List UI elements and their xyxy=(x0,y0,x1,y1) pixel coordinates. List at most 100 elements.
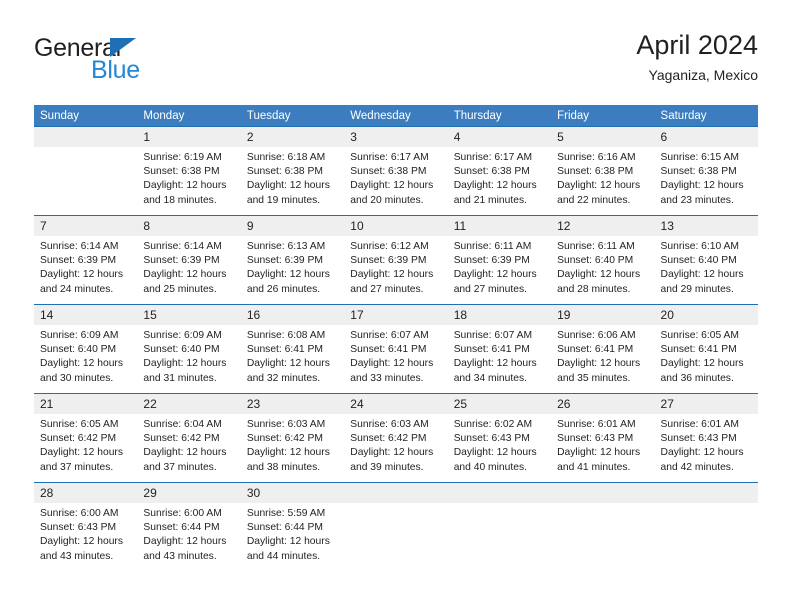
day-number: 1 xyxy=(137,127,241,147)
day-details: Sunrise: 6:01 AM Sunset: 6:43 PM Daylight:… xyxy=(551,414,654,475)
day-daylight-line2: and 20 minutes. xyxy=(350,194,424,206)
calendar-day-cell[interactable]: 29 Sunrise: 6:00 AM Sunset: 6:44 PM Dayligh… xyxy=(137,482,241,571)
day-sunrise: Sunrise: 6:09 AM xyxy=(143,330,222,341)
calendar-day-cell[interactable]: 26 Sunrise: 6:01 AM Sunset: 6:43 PM Dayligh… xyxy=(551,393,655,483)
day-sunset: Sunset: 6:40 PM xyxy=(143,344,220,356)
day-daylight-line2: and 19 minutes. xyxy=(246,194,321,206)
day-number xyxy=(551,483,655,503)
day-sunrise: Sunrise: 6:08 AM xyxy=(246,330,326,341)
calendar-day-cell[interactable]: 18 Sunrise: 6:07 AM Sunset: 6:41 PM Dayligh… xyxy=(447,304,552,394)
day-daylight-line1: Daylight: 12 hours xyxy=(143,358,227,370)
calendar-day-cell[interactable]: 5 Sunrise: 6:16 AM Sunset: 6:38 PM Daylight… xyxy=(551,126,655,216)
logo-triangle-icon xyxy=(110,38,136,57)
day-sunset: Sunset: 6:42 PM xyxy=(40,433,117,445)
day-number: 23 xyxy=(240,394,345,414)
calendar-day-cell[interactable] xyxy=(551,482,655,571)
calendar-day-cell[interactable]: 25 Sunrise: 6:02 AM Sunset: 6:43 PM Dayligh… xyxy=(447,393,552,483)
day-sunrise: Sunrise: 6:11 AM xyxy=(453,241,532,252)
day-daylight-line1: Daylight: 12 hours xyxy=(557,358,641,370)
day-sunrise: Sunrise: 6:17 AM xyxy=(453,152,533,163)
calendar-week-row: 1 Sunrise: 6:19 AM Sunset: 6:38 PM Daylight… xyxy=(34,126,758,216)
day-sunrise: Sunrise: 6:19 AM xyxy=(143,152,222,163)
day-sunset: Sunset: 6:39 PM xyxy=(40,255,117,267)
day-daylight-line1: Daylight: 12 hours xyxy=(453,358,537,370)
day-daylight-line1: Daylight: 12 hours xyxy=(660,269,744,281)
calendar-day-cell[interactable]: 22 Sunrise: 6:04 AM Sunset: 6:42 PM Dayligh… xyxy=(137,393,241,483)
calendar-week-row: 21 Sunrise: 6:05 AM Sunset: 6:42 PM Dayligh… xyxy=(34,393,758,483)
calendar-day-cell[interactable]: 21 Sunrise: 6:05 AM Sunset: 6:42 PM Dayligh… xyxy=(34,393,138,483)
calendar-day-cell[interactable]: 27 Sunrise: 6:01 AM Sunset: 6:43 PM Dayligh… xyxy=(654,393,758,483)
day-sunrise: Sunrise: 6:01 AM xyxy=(557,419,636,430)
weekday-header-tuesday: Tuesday xyxy=(240,105,345,127)
day-sunrise: Sunrise: 6:17 AM xyxy=(350,152,429,163)
calendar-day-cell[interactable]: 10 Sunrise: 6:12 AM Sunset: 6:39 PM Dayligh… xyxy=(344,215,448,305)
day-sunset: Sunset: 6:38 PM xyxy=(660,166,737,178)
day-sunrise: Sunrise: 6:16 AM xyxy=(557,152,636,163)
calendar-day-cell[interactable]: 16 Sunrise: 6:08 AM Sunset: 6:41 PM Dayligh… xyxy=(240,304,345,394)
day-details: Sunrise: 6:04 AM Sunset: 6:42 PM Daylight:… xyxy=(137,414,240,475)
calendar-day-cell[interactable]: 20 Sunrise: 6:05 AM Sunset: 6:41 PM Dayligh… xyxy=(654,304,758,394)
day-details: Sunrise: 6:10 AM Sunset: 6:40 PM Daylight:… xyxy=(655,236,758,297)
day-sunset: Sunset: 6:38 PM xyxy=(557,166,634,178)
calendar-day-cell[interactable]: 3 Sunrise: 6:17 AM Sunset: 6:38 PM Daylight… xyxy=(344,126,448,216)
calendar-day-cell[interactable]: 4 Sunrise: 6:17 AM Sunset: 6:38 PM Daylight… xyxy=(447,126,552,216)
calendar-day-cell[interactable]: 19 Sunrise: 6:06 AM Sunset: 6:41 PM Dayligh… xyxy=(551,304,655,394)
day-number xyxy=(344,483,448,503)
day-details: Sunrise: 6:17 AM Sunset: 6:38 PM Daylight:… xyxy=(344,147,447,208)
day-sunrise: Sunrise: 6:13 AM xyxy=(246,241,326,252)
calendar-day-cell[interactable] xyxy=(34,126,138,216)
logo-text-blue: Blue xyxy=(91,56,140,84)
day-details: Sunrise: 6:06 AM Sunset: 6:41 PM Daylight:… xyxy=(551,325,654,386)
calendar-day-cell[interactable]: 24 Sunrise: 6:03 AM Sunset: 6:42 PM Dayligh… xyxy=(344,393,448,483)
calendar-day-cell[interactable]: 13 Sunrise: 6:10 AM Sunset: 6:40 PM Dayligh… xyxy=(654,215,758,305)
day-daylight-line2: and 35 minutes. xyxy=(557,372,631,384)
calendar-day-cell[interactable] xyxy=(654,482,758,571)
day-sunset: Sunset: 6:41 PM xyxy=(350,344,427,356)
day-details: Sunrise: 6:14 AM Sunset: 6:39 PM Daylight:… xyxy=(137,236,240,297)
calendar-day-cell[interactable]: 7 Sunrise: 6:14 AM Sunset: 6:39 PM Daylight… xyxy=(34,215,138,305)
day-number: 21 xyxy=(34,394,138,414)
day-daylight-line2: and 36 minutes. xyxy=(660,372,734,384)
calendar-day-cell[interactable]: 1 Sunrise: 6:19 AM Sunset: 6:38 PM Daylight… xyxy=(137,126,241,216)
day-details: Sunrise: 6:05 AM Sunset: 6:42 PM Daylight:… xyxy=(34,414,137,475)
day-details: Sunrise: 6:02 AM Sunset: 6:43 PM Daylight:… xyxy=(448,414,551,475)
day-sunrise: Sunrise: 6:11 AM xyxy=(557,241,635,252)
day-number: 10 xyxy=(344,216,448,236)
day-details: Sunrise: 6:11 AM Sunset: 6:40 PM Daylight:… xyxy=(551,236,654,297)
day-number xyxy=(34,127,138,147)
calendar-day-cell[interactable]: 9 Sunrise: 6:13 AM Sunset: 6:39 PM Daylight… xyxy=(240,215,345,305)
day-daylight-line1: Daylight: 12 hours xyxy=(557,269,641,281)
day-daylight-line1: Daylight: 12 hours xyxy=(40,269,123,281)
calendar-day-cell[interactable]: 6 Sunrise: 6:15 AM Sunset: 6:38 PM Daylight… xyxy=(654,126,758,216)
calendar-day-cell[interactable]: 23 Sunrise: 6:03 AM Sunset: 6:42 PM Dayligh… xyxy=(240,393,345,483)
day-sunrise: Sunrise: 6:01 AM xyxy=(660,419,739,430)
day-number: 2 xyxy=(240,127,345,147)
calendar-day-cell[interactable]: 15 Sunrise: 6:09 AM Sunset: 6:40 PM Dayligh… xyxy=(137,304,241,394)
day-daylight-line2: and 29 minutes. xyxy=(660,283,734,295)
day-daylight-line1: Daylight: 12 hours xyxy=(350,447,434,459)
weekday-header-friday: Friday xyxy=(551,105,655,127)
calendar-day-cell[interactable]: 12 Sunrise: 6:11 AM Sunset: 6:40 PM Dayligh… xyxy=(551,215,655,305)
day-daylight-line1: Daylight: 12 hours xyxy=(40,447,123,459)
day-daylight-line2: and 26 minutes. xyxy=(246,283,321,295)
calendar-day-cell[interactable]: 28 Sunrise: 6:00 AM Sunset: 6:43 PM Dayligh… xyxy=(34,482,138,571)
day-sunset: Sunset: 6:40 PM xyxy=(40,344,117,356)
calendar-day-cell[interactable]: 2 Sunrise: 6:18 AM Sunset: 6:38 PM Daylight… xyxy=(240,126,345,216)
day-daylight-line2: and 24 minutes. xyxy=(40,283,114,295)
calendar-day-cell[interactable]: 17 Sunrise: 6:07 AM Sunset: 6:41 PM Dayligh… xyxy=(344,304,448,394)
day-sunset: Sunset: 6:44 PM xyxy=(143,522,220,534)
day-sunrise: Sunrise: 6:03 AM xyxy=(350,419,429,430)
day-sunset: Sunset: 6:43 PM xyxy=(660,433,737,445)
calendar-day-cell[interactable]: 8 Sunrise: 6:14 AM Sunset: 6:39 PM Daylight… xyxy=(137,215,241,305)
calendar-day-cell[interactable]: 30 Sunrise: 5:59 AM Sunset: 6:44 PM Dayligh… xyxy=(240,482,345,571)
calendar-day-cell[interactable] xyxy=(344,482,448,571)
day-number: 25 xyxy=(447,394,552,414)
calendar-day-cell[interactable]: 11 Sunrise: 6:11 AM Sunset: 6:39 PM Dayligh… xyxy=(447,215,552,305)
day-details: Sunrise: 6:07 AM Sunset: 6:41 PM Daylight:… xyxy=(344,325,447,386)
day-sunrise: Sunrise: 6:06 AM xyxy=(557,330,636,341)
day-number: 11 xyxy=(447,216,552,236)
day-daylight-line2: and 27 minutes. xyxy=(350,283,424,295)
weekday-header-sunday: Sunday xyxy=(34,105,138,127)
calendar-day-cell[interactable]: 14 Sunrise: 6:09 AM Sunset: 6:40 PM Dayligh… xyxy=(34,304,138,394)
calendar-day-cell[interactable] xyxy=(447,482,552,571)
